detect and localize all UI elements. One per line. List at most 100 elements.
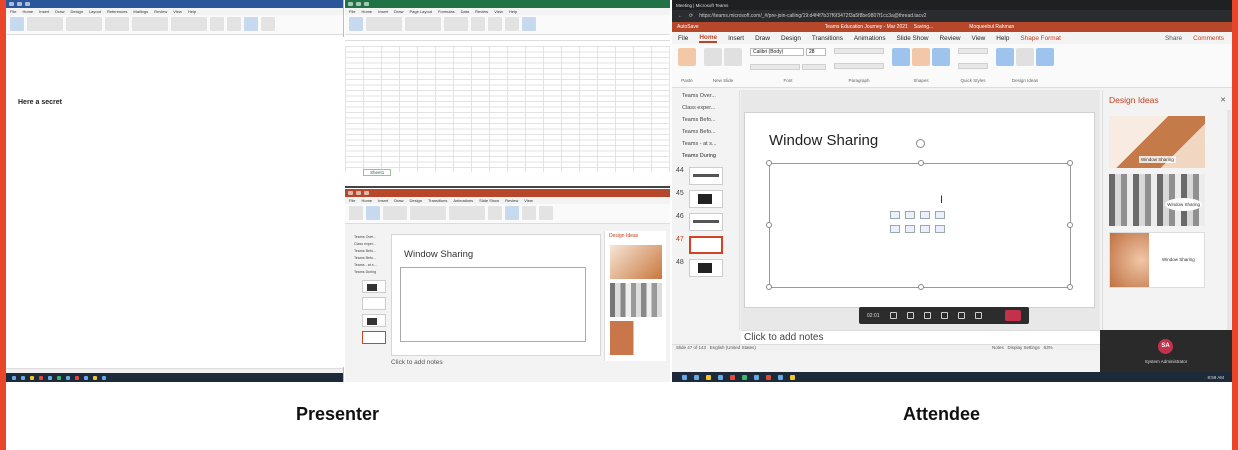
- menu-item-review[interactable]: Review: [940, 35, 961, 42]
- design-ideas-title: Design Ideas: [1109, 95, 1159, 105]
- design-idea-card[interactable]: [609, 245, 662, 279]
- refresh-icon[interactable]: ⟳: [689, 13, 693, 19]
- presenter-slide-title[interactable]: Window Sharing: [404, 249, 473, 260]
- teams-meeting-controls: 02:01: [859, 307, 1029, 324]
- insert-content-icons[interactable]: [890, 211, 945, 233]
- edge-icon[interactable]: [718, 374, 723, 380]
- browser-tab[interactable]: Meeting | Microsoft Teams: [676, 3, 728, 8]
- attendee-slide-area: Window Sharing I 02:01: [741, 90, 1100, 330]
- slide-thumbnail[interactable]: 48: [672, 259, 739, 277]
- teams-presence-panel: SA System Administrator: [1100, 330, 1232, 374]
- camera-icon[interactable]: [889, 312, 897, 319]
- zoom-level[interactable]: 63%: [1044, 345, 1053, 350]
- design-idea-card[interactable]: [609, 283, 662, 317]
- excel-titlebar: [345, 0, 670, 8]
- excel-sheet-tab[interactable]: Sheet1: [363, 169, 392, 176]
- share-button[interactable]: Share: [1165, 35, 1182, 42]
- raise-hand-icon[interactable]: [957, 312, 965, 319]
- smartart-icon: [920, 211, 930, 219]
- attendee-notes[interactable]: Click to add notes: [741, 330, 1100, 344]
- font-name-box[interactable]: Calibri (Body): [750, 48, 804, 56]
- app-icon[interactable]: [790, 374, 795, 380]
- section-item[interactable]: Teams Over...: [672, 90, 739, 102]
- paste-icon[interactable]: [678, 48, 696, 66]
- back-icon[interactable]: ←: [678, 13, 683, 19]
- design-idea-card[interactable]: Window Sharing: [1109, 174, 1205, 226]
- quick-styles-icon[interactable]: [932, 48, 950, 66]
- menu-item-home[interactable]: Home: [699, 34, 718, 43]
- shapes-icon[interactable]: [892, 48, 910, 66]
- excel-grid[interactable]: [345, 46, 670, 172]
- language-status: English (United States): [709, 345, 756, 350]
- slide-thumbnail[interactable]: 44: [672, 167, 739, 185]
- rotate-handle-icon[interactable]: [916, 139, 925, 148]
- section-item[interactable]: Teams During: [672, 150, 739, 162]
- design-idea-card[interactable]: Window Sharing: [1109, 232, 1205, 288]
- comments-button[interactable]: Comments: [1193, 35, 1224, 42]
- new-slide-icon[interactable]: [704, 48, 722, 66]
- more-icon[interactable]: [940, 312, 948, 319]
- menu-item-insert[interactable]: Insert: [728, 35, 744, 42]
- excel-formula-bar[interactable]: [345, 35, 670, 41]
- avatar[interactable]: SA: [1158, 339, 1173, 354]
- section-item[interactable]: Class exper...: [672, 102, 739, 114]
- section-item[interactable]: Teams Befo...: [672, 126, 739, 138]
- slide-thumbnail[interactable]: 45: [672, 190, 739, 208]
- attendee-slide-title[interactable]: Window Sharing: [769, 132, 878, 149]
- display-settings[interactable]: Display Settings: [1008, 345, 1040, 350]
- menu-item-file[interactable]: File: [678, 35, 688, 42]
- menu-item-transitions[interactable]: Transitions: [812, 35, 843, 42]
- design-idea-card[interactable]: Window Sharing: [1109, 116, 1205, 168]
- word-window: File Home Insert Draw Design Layout References…: [6, 0, 344, 382]
- presenter-slide-canvas[interactable]: Window Sharing: [391, 234, 601, 356]
- presenter-screen: File Home Insert Draw Design Layout References…: [6, 0, 670, 382]
- dictate-icon[interactable]: [996, 48, 1014, 66]
- hang-up-icon[interactable]: [1005, 310, 1021, 321]
- font-size-box[interactable]: 28: [806, 48, 826, 56]
- design-ideas-icon[interactable]: [1036, 48, 1054, 66]
- online-picture-icon: [905, 225, 915, 233]
- autosave-label[interactable]: AutoSave: [677, 24, 699, 30]
- arrange-icon[interactable]: [912, 48, 930, 66]
- word-icon[interactable]: [754, 374, 759, 380]
- word-document-page[interactable]: Here a secret: [6, 37, 344, 367]
- participants-icon[interactable]: [974, 312, 982, 319]
- attendee-content-placeholder[interactable]: I: [766, 139, 1073, 290]
- file-explorer-icon[interactable]: [706, 374, 711, 380]
- slide-thumbnail[interactable]: 46: [672, 213, 739, 231]
- powerpoint-icon[interactable]: [730, 374, 735, 380]
- browser-address-bar[interactable]: ← ⟳ https://teams.microsoft.com/_#/pre-j…: [672, 10, 1232, 22]
- microphone-icon[interactable]: [906, 312, 914, 319]
- search-icon[interactable]: [694, 374, 699, 380]
- section-item[interactable]: Teams Befo...: [672, 114, 739, 126]
- design-idea-card[interactable]: [609, 321, 662, 355]
- attendee-taskbar: 8:59 AM: [672, 372, 1232, 382]
- design-pane-scrollbar[interactable]: [1227, 110, 1231, 330]
- section-item[interactable]: Teams - at s...: [672, 138, 739, 150]
- start-icon[interactable]: [682, 374, 687, 380]
- video-icon: [920, 225, 930, 233]
- attendee-slide-canvas[interactable]: Window Sharing I: [744, 112, 1095, 308]
- reuse-slides-icon[interactable]: [724, 48, 742, 66]
- start-icon: [12, 375, 16, 380]
- menu-item-design[interactable]: Design: [781, 35, 801, 42]
- excel-icon[interactable]: [742, 374, 747, 380]
- meeting-timer: 02:01: [867, 312, 880, 319]
- app-icon[interactable]: [766, 374, 771, 380]
- menu-item-animations[interactable]: Animations: [854, 35, 886, 42]
- slide-thumbnail-selected[interactable]: 47: [672, 236, 739, 254]
- presenter-content-placeholder[interactable]: [400, 267, 586, 342]
- presenter-notes[interactable]: Click to add notes: [391, 359, 443, 366]
- share-screen-icon[interactable]: [923, 312, 931, 319]
- notes-toggle[interactable]: Notes: [992, 345, 1004, 350]
- menu-item-view[interactable]: View: [972, 35, 986, 42]
- sensitivity-icon[interactable]: [1016, 48, 1034, 66]
- menu-item-slide-show[interactable]: Slide Show: [897, 35, 929, 42]
- address-url[interactable]: https://teams.microsoft.com/_#/pre-join-…: [699, 13, 926, 19]
- attendee-design-ideas-pane: Design Ideas ✕ Window Sharing Window Sha…: [1102, 90, 1232, 344]
- teams-icon[interactable]: [778, 374, 783, 380]
- menu-item-draw[interactable]: Draw: [755, 35, 770, 42]
- close-icon[interactable]: ✕: [1220, 96, 1226, 104]
- menu-item-help[interactable]: Help: [996, 35, 1009, 42]
- menu-item-shape-format[interactable]: Shape Format: [1020, 35, 1061, 42]
